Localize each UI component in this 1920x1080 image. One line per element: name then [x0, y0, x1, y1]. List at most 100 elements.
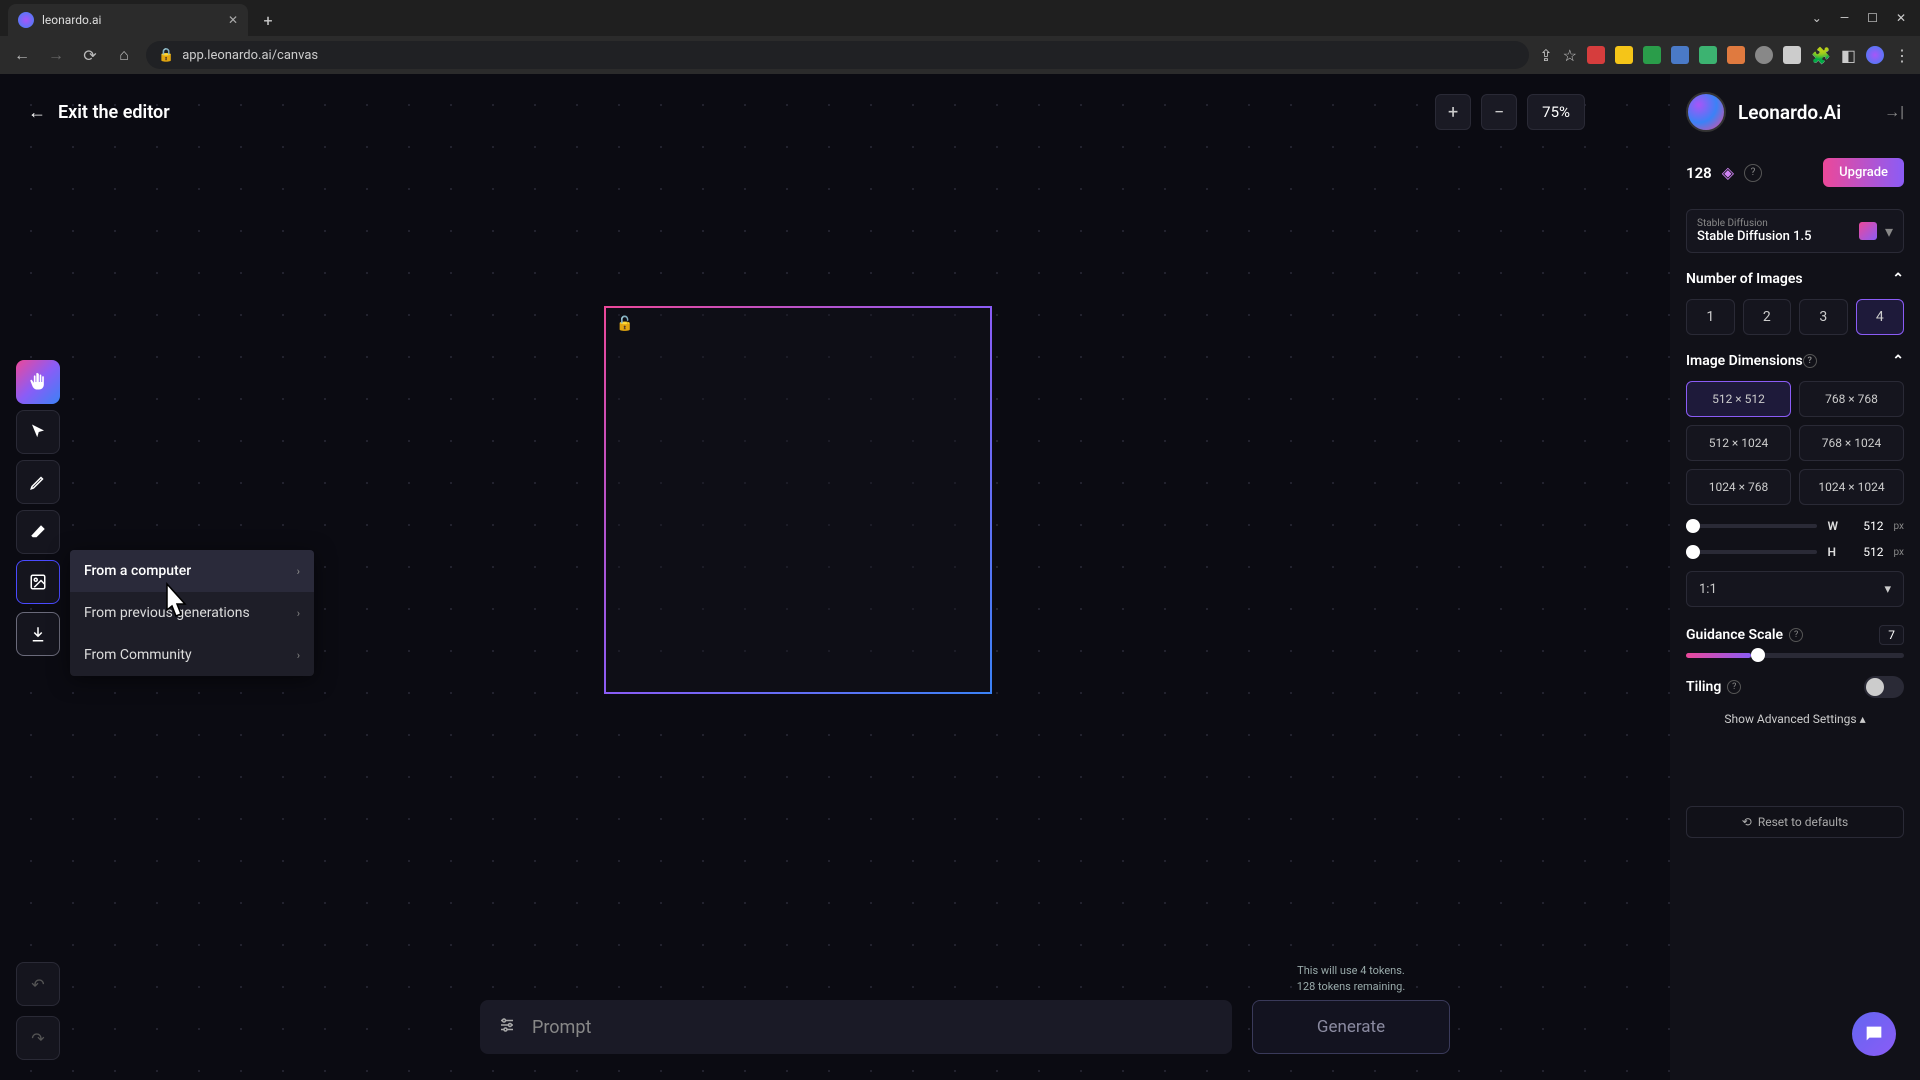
upload-source-dropdown: From a computer › From previous generati…: [70, 550, 314, 676]
show-advanced-button[interactable]: Show Advanced Settings ▴: [1686, 712, 1904, 726]
extensions-icon[interactable]: 🧩: [1811, 46, 1831, 65]
help-icon[interactable]: ?: [1789, 628, 1803, 642]
new-tab-button[interactable]: +: [254, 6, 282, 34]
brand-name: Leonardo.Ai: [1738, 101, 1841, 124]
select-tool[interactable]: [16, 410, 60, 454]
share-icon[interactable]: ⇪: [1539, 46, 1552, 65]
zoom-in-button[interactable]: +: [1435, 94, 1471, 130]
unlock-icon[interactable]: 🔓: [616, 316, 633, 332]
dimensions-grid: 512 × 512 768 × 768 512 × 1024 768 × 102…: [1686, 381, 1904, 505]
ext-5[interactable]: [1699, 46, 1717, 64]
guidance-slider[interactable]: [1686, 653, 1904, 658]
ext-4[interactable]: [1671, 46, 1689, 64]
width-slider[interactable]: [1686, 524, 1817, 528]
redo-icon: ↷: [31, 1029, 44, 1048]
zoom-out-button[interactable]: −: [1481, 94, 1517, 130]
favicon: [18, 12, 34, 28]
prompt-placeholder: Prompt: [532, 1017, 591, 1038]
dim-512-512[interactable]: 512 × 512: [1686, 381, 1791, 417]
tab-strip: leonardo.ai ✕ + ⌄ — ☐ ✕: [0, 0, 1920, 36]
guidance-value: 7: [1879, 625, 1904, 645]
credits-count: 128: [1686, 164, 1712, 182]
cursor-icon: [29, 423, 47, 441]
menu-icon[interactable]: ⋮: [1894, 46, 1910, 65]
height-slider[interactable]: [1686, 550, 1817, 554]
dropdown-item-computer[interactable]: From a computer ›: [70, 550, 314, 592]
dimensions-header[interactable]: Image Dimensions ? ⌃: [1686, 353, 1904, 369]
erase-tool[interactable]: [16, 510, 60, 554]
star-icon[interactable]: ☆: [1563, 46, 1577, 65]
dim-512-1024[interactable]: 512 × 1024: [1686, 425, 1791, 461]
undo-icon: ↶: [31, 975, 44, 994]
app: ← Exit the editor + − 75% ↶ ↷: [0, 74, 1920, 1080]
dropdown-item-label: From Community: [84, 647, 192, 663]
ext-7[interactable]: [1755, 46, 1773, 64]
exit-editor-button[interactable]: ← Exit the editor: [28, 102, 170, 123]
dim-768-1024[interactable]: 768 × 1024: [1799, 425, 1904, 461]
sidepanel-icon[interactable]: ◧: [1841, 46, 1856, 65]
sliders-icon[interactable]: [498, 1016, 516, 1038]
help-icon[interactable]: ?: [1727, 680, 1741, 694]
tiling-row: Tiling ?: [1686, 676, 1904, 698]
profile-avatar[interactable]: [1866, 46, 1884, 64]
upgrade-button[interactable]: Upgrade: [1823, 158, 1904, 187]
aspect-value: 1:1: [1699, 582, 1717, 597]
model-select[interactable]: Stable Diffusion Stable Diffusion 1.5 ▾: [1686, 209, 1904, 253]
maximize-icon[interactable]: ☐: [1867, 11, 1878, 25]
generation-frame[interactable]: 🔓: [604, 306, 992, 694]
download-tool[interactable]: [16, 612, 60, 656]
chevron-down-icon[interactable]: ⌄: [1812, 11, 1822, 25]
url-input[interactable]: 🔒 app.leonardo.ai/canvas: [146, 41, 1529, 69]
height-value: 512: [1851, 545, 1883, 559]
prompt-input[interactable]: Prompt: [480, 1000, 1232, 1054]
extension-icons: ⇪ ☆ 🧩 ◧ ⋮: [1539, 46, 1910, 65]
tiling-toggle[interactable]: [1864, 676, 1904, 698]
dim-768-768[interactable]: 768 × 768: [1799, 381, 1904, 417]
dropdown-item-previous[interactable]: From previous generations ›: [70, 592, 314, 634]
generate-button[interactable]: Generate: [1252, 1000, 1450, 1054]
width-value: 512: [1851, 519, 1883, 533]
dropdown-item-label: From a computer: [84, 563, 191, 579]
forward-icon[interactable]: →: [44, 43, 68, 67]
pencil-icon: [29, 473, 47, 491]
redo-button[interactable]: ↷: [16, 1016, 60, 1060]
chevron-up-icon: ⌃: [1892, 271, 1904, 287]
dim-1024-1024[interactable]: 1024 × 1024: [1799, 469, 1904, 505]
reset-defaults-button[interactable]: ⟲ Reset to defaults: [1686, 806, 1904, 838]
model-badge-icon: [1859, 222, 1877, 240]
num-images-3[interactable]: 3: [1799, 299, 1848, 335]
undo-button[interactable]: ↶: [16, 962, 60, 1006]
close-tab-icon[interactable]: ✕: [228, 13, 238, 27]
browser-tab[interactable]: leonardo.ai ✕: [8, 4, 248, 36]
num-images-header[interactable]: Number of Images ⌃: [1686, 271, 1904, 287]
token-icon: ◈: [1722, 163, 1734, 182]
num-images-2[interactable]: 2: [1743, 299, 1792, 335]
home-icon[interactable]: ⌂: [112, 43, 136, 67]
height-label: H: [1827, 545, 1841, 559]
ext-1[interactable]: [1587, 46, 1605, 64]
width-label: W: [1827, 519, 1841, 533]
dim-1024-768[interactable]: 1024 × 768: [1686, 469, 1791, 505]
reload-icon[interactable]: ⟳: [78, 43, 102, 67]
ext-2[interactable]: [1615, 46, 1633, 64]
collapse-panel-icon[interactable]: →|: [1884, 102, 1904, 122]
dropdown-item-community[interactable]: From Community ›: [70, 634, 314, 676]
draw-tool[interactable]: [16, 460, 60, 504]
zoom-value[interactable]: 75%: [1527, 94, 1585, 130]
pan-tool[interactable]: [16, 360, 60, 404]
help-icon[interactable]: ?: [1744, 164, 1762, 182]
ext-6[interactable]: [1727, 46, 1745, 64]
ext-3[interactable]: [1643, 46, 1661, 64]
aspect-ratio-select[interactable]: 1:1 ▾: [1686, 571, 1904, 607]
chevron-right-icon: ›: [297, 607, 300, 620]
close-window-icon[interactable]: ✕: [1896, 11, 1906, 25]
minimize-icon[interactable]: —: [1840, 11, 1849, 25]
chat-fab[interactable]: [1852, 1012, 1896, 1056]
help-icon[interactable]: ?: [1803, 354, 1817, 368]
num-images-1[interactable]: 1: [1686, 299, 1735, 335]
ext-8[interactable]: [1783, 46, 1801, 64]
back-icon[interactable]: ←: [10, 43, 34, 67]
upload-image-tool[interactable]: [16, 560, 60, 604]
num-images-4[interactable]: 4: [1856, 299, 1905, 335]
height-slider-row: H 512 px: [1686, 545, 1904, 559]
